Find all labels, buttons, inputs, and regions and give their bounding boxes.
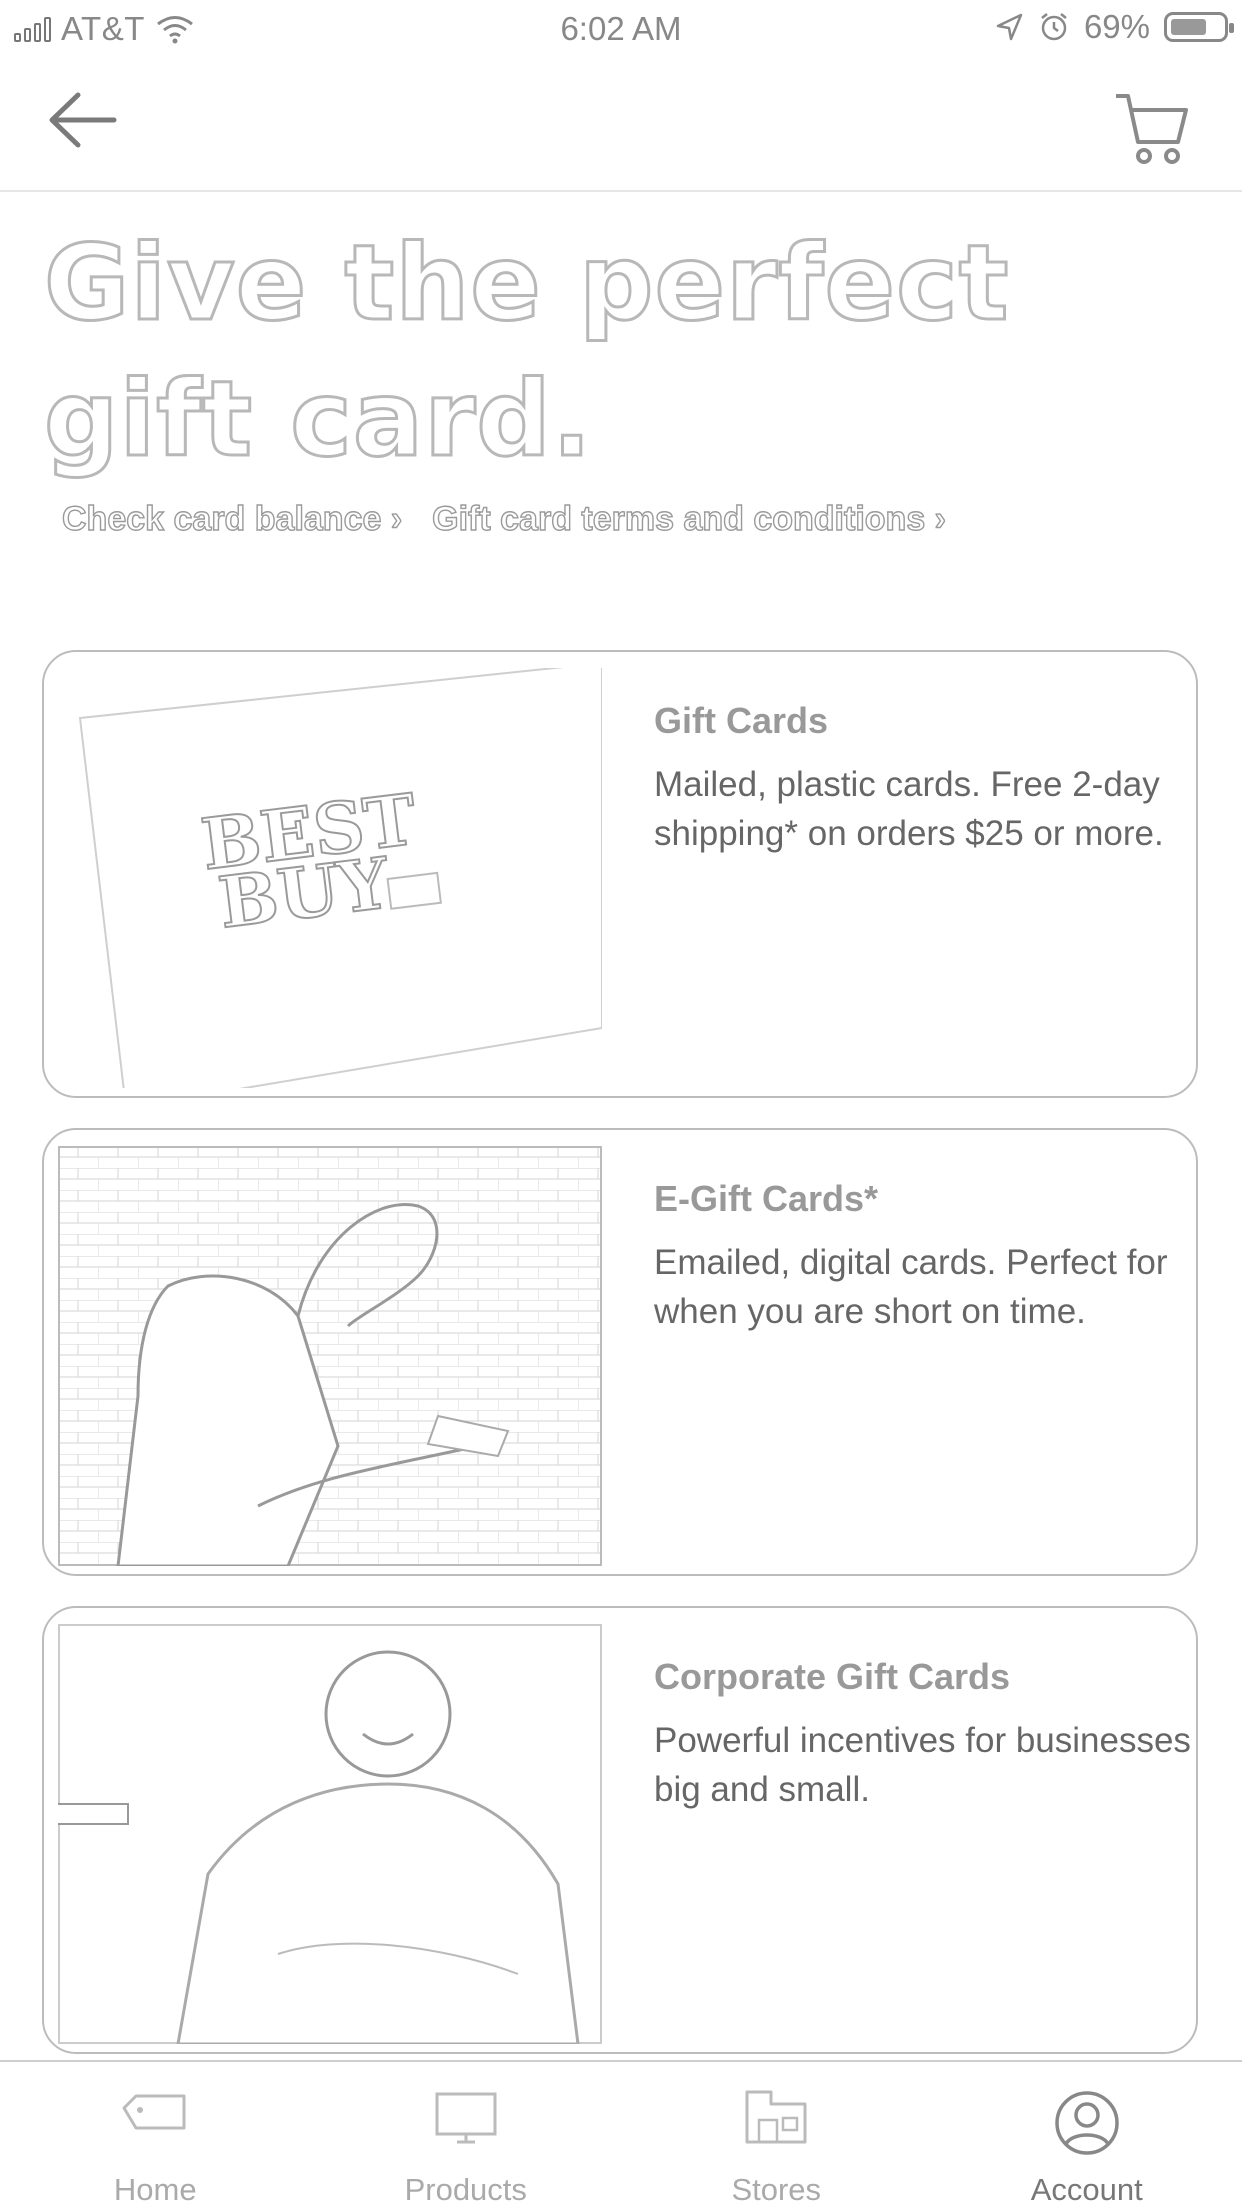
status-bar: AT&T 6:02 AM 69% xyxy=(0,0,1242,60)
check-card-balance-link[interactable]: Check card balance › xyxy=(62,500,402,539)
card-title: Corporate Gift Cards xyxy=(654,1656,1010,1698)
battery-icon xyxy=(1164,12,1228,42)
card-title: Gift Cards xyxy=(654,700,828,742)
page-title: Give the perfect gift card. xyxy=(44,215,1204,487)
app-header xyxy=(0,60,1242,192)
account-icon xyxy=(1052,2088,1122,2158)
tab-home[interactable]: Home xyxy=(0,2062,311,2210)
card-description: Mailed, plastic cards. Free 2-day shippi… xyxy=(654,760,1214,858)
battery-fill xyxy=(1171,19,1206,35)
tab-stores[interactable]: Stores xyxy=(621,2062,932,2210)
card-description: Powerful incentives for businesses big a… xyxy=(654,1716,1214,1814)
tab-label: Stores xyxy=(621,2172,932,2208)
e-gift-card-image xyxy=(58,1146,602,1566)
gift-cards-card[interactable]: BEST BUY Gift Cards Mailed, plastic card… xyxy=(42,650,1198,1098)
card-title: E-Gift Cards* xyxy=(654,1178,878,1220)
shopping-cart-icon xyxy=(1112,88,1192,168)
tab-products[interactable]: Products xyxy=(311,2062,622,2210)
terms-and-conditions-link[interactable]: Gift card terms and conditions › xyxy=(432,500,946,539)
gift-card-image: BEST BUY xyxy=(58,668,602,1088)
corporate-gift-card-image xyxy=(58,1624,602,2044)
hero-links: Check card balance › Gift card terms and… xyxy=(62,500,946,539)
tab-label: Products xyxy=(311,2172,622,2208)
monitor-icon xyxy=(431,2088,501,2148)
status-right: 69% xyxy=(994,8,1228,46)
card-description: Emailed, digital cards. Perfect for when… xyxy=(654,1238,1214,1336)
battery-percent: 69% xyxy=(1084,8,1150,46)
tab-label: Home xyxy=(0,2172,311,2208)
cart-button[interactable] xyxy=(1112,88,1192,168)
store-icon xyxy=(741,2088,811,2148)
tab-account[interactable]: Account xyxy=(932,2062,1242,2210)
tab-label: Account xyxy=(932,2172,1242,2208)
back-button[interactable] xyxy=(40,85,120,155)
e-gift-cards-card[interactable]: E-Gift Cards* Emailed, digital cards. Pe… xyxy=(42,1128,1198,1576)
alarm-icon xyxy=(1038,11,1070,43)
arrow-left-icon xyxy=(40,85,120,155)
tab-bar: Home Products Stores Account xyxy=(0,2060,1242,2210)
price-tag-icon xyxy=(120,2088,190,2148)
location-icon xyxy=(994,12,1024,42)
corporate-gift-cards-card[interactable]: Corporate Gift Cards Powerful incentives… xyxy=(42,1606,1198,2054)
